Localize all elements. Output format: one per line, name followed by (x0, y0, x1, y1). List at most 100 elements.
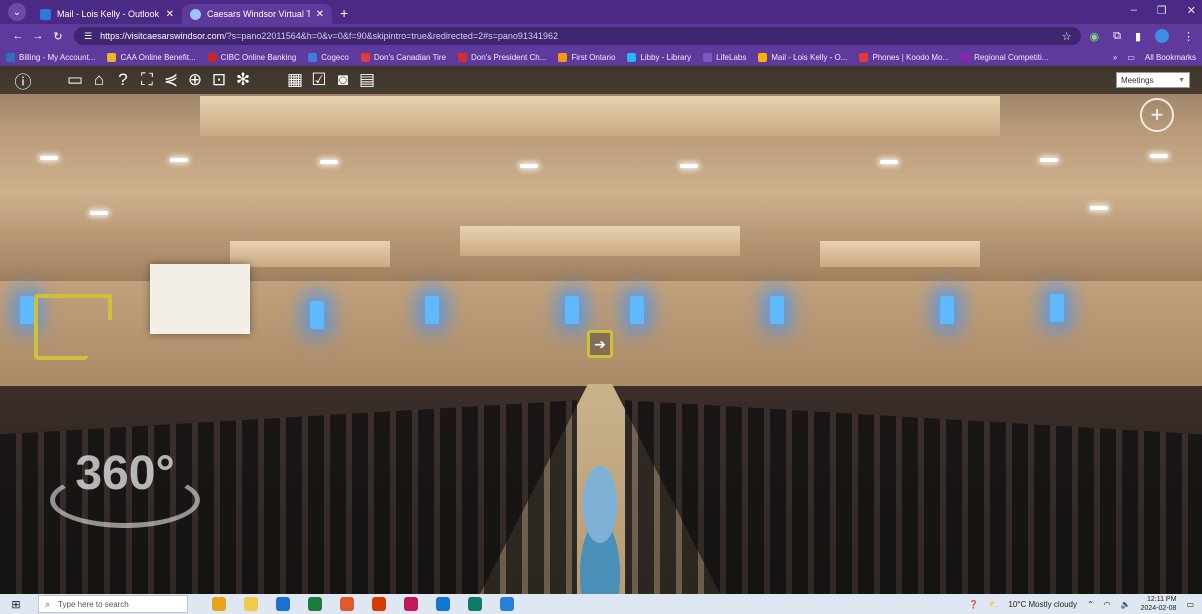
minimize-button[interactable]: – (1131, 4, 1137, 17)
close-icon[interactable]: ✕ (316, 9, 324, 20)
taskbar-app-icon[interactable] (372, 597, 386, 611)
clock[interactable]: 12:11 PM 2024-02-08 (1141, 595, 1177, 613)
site-info-icon[interactable]: ☰ (84, 31, 92, 42)
bookmark-item[interactable]: Libby - Library (627, 52, 692, 62)
bookmark-favicon-icon (703, 52, 713, 62)
home-icon[interactable]: ⌂ (88, 69, 110, 91)
panorama-viewer[interactable]: ⓘ ▭ ⌂ ? ⛶ ⋞ ⊕ ⊡ ✻ ▦ ☑ ◙ ▤ Meetings ▼ + ➔… (0, 66, 1202, 594)
share-icon[interactable]: ⋞ (160, 69, 182, 91)
hotspot-arrow-icon[interactable]: ➔ (587, 330, 613, 358)
notifications-icon[interactable]: ▭ (1186, 600, 1194, 609)
restore-button[interactable]: ❐ (1157, 4, 1167, 17)
bookmark-favicon-icon (458, 52, 468, 62)
venue-dropdown-value: Meetings (1121, 75, 1154, 85)
bookmark-item[interactable]: Don's President Ch... (458, 52, 546, 62)
wall-light (20, 296, 34, 324)
ceiling-light (170, 158, 188, 162)
add-hotspot-button[interactable]: + (1140, 98, 1174, 132)
tab-strip: ⌄ Mail - Lois Kelly - Outlook ✕ Caesars … (0, 0, 1202, 24)
wall-light (770, 296, 784, 324)
taskbar-app-icon[interactable] (308, 597, 322, 611)
bookmark-label: Mail - Lois Kelly - O... (771, 52, 848, 62)
bookmark-item[interactable]: Regional Competiti... (961, 52, 1048, 62)
bookmark-item[interactable]: Cogeco (308, 52, 349, 62)
wall-light (630, 296, 644, 324)
tab-search-icon[interactable]: ⌄ (8, 3, 26, 21)
all-bookmarks-button[interactable]: All Bookmarks (1145, 53, 1196, 62)
tab-title: Caesars Windsor Virtual Tour b (207, 9, 310, 19)
ceiling-light (1090, 206, 1108, 210)
taskbar-search[interactable]: ⌕ Type here to search (38, 595, 188, 613)
hotspot-frame-left[interactable] (34, 294, 112, 360)
ceiling-light (520, 164, 538, 168)
question-icon[interactable]: ? (112, 69, 134, 91)
venue-dropdown[interactable]: Meetings ▼ (1116, 72, 1190, 88)
help-icon[interactable]: ⓘ (12, 69, 34, 92)
bookmark-favicon-icon (627, 52, 637, 62)
snowflake-icon[interactable]: ✻ (232, 69, 254, 91)
wall-light (310, 301, 324, 329)
taskbar-app-icon[interactable] (404, 597, 418, 611)
taskbar-app-icon[interactable] (468, 597, 482, 611)
taskbar-app-icon[interactable] (500, 597, 514, 611)
extensions-puzzle-icon[interactable]: ⧉ (1113, 30, 1121, 43)
bookmark-item[interactable]: Don's Canadian Tire (360, 52, 446, 62)
bookmarks-bar: Billing - My Account... CAA Online Benef… (0, 48, 1202, 66)
chevron-up-icon[interactable]: ⌃ (1087, 600, 1094, 609)
taskbar-app-icon[interactable] (436, 597, 450, 611)
volume-icon[interactable]: 🔈 (1121, 600, 1131, 609)
wall-light (425, 296, 439, 324)
back-button[interactable]: ← (8, 30, 28, 42)
bookmark-label: CIBC Online Banking (220, 52, 297, 62)
globe-icon[interactable]: ⊕ (184, 69, 206, 91)
forward-button[interactable]: → (28, 30, 48, 42)
window-close-button[interactable]: ✕ (1187, 4, 1196, 17)
ceiling-light (1150, 154, 1168, 158)
bookmark-favicon-icon (360, 52, 370, 62)
bookmark-item[interactable]: LifeLabs (703, 52, 747, 62)
bookmark-label: CAA Online Benefit... (120, 52, 196, 62)
bookmark-label: LifeLabs (716, 52, 747, 62)
profile-avatar[interactable] (1155, 29, 1169, 43)
fullscreen-icon[interactable]: ⛶ (136, 69, 158, 91)
bookmark-item[interactable]: Billing - My Account... (6, 52, 95, 62)
taskbar-app-icon[interactable] (340, 597, 354, 611)
extension-icon[interactable]: ◉ (1089, 30, 1099, 43)
taskbar-apps (212, 597, 514, 611)
weather-text[interactable]: 10°C Mostly cloudy (1008, 600, 1077, 609)
taskbar-app-icon[interactable] (276, 597, 290, 611)
help-tray-icon[interactable]: ❓ (968, 600, 978, 609)
checkbox-icon[interactable]: ☑ (308, 69, 330, 91)
address-bar[interactable]: ☰ https://visitcaesarswindsor.com/?s=pan… (74, 27, 1082, 45)
grid-icon[interactable]: ▦ (284, 69, 306, 91)
menu-kebab-icon[interactable]: ⋮ (1183, 30, 1194, 43)
wall-light (565, 296, 579, 324)
bookmarks-overflow-button[interactable]: » (1113, 53, 1117, 62)
new-tab-button[interactable]: + (340, 5, 348, 21)
bookmark-label: Libby - Library (640, 52, 692, 62)
bookmark-favicon-icon (558, 52, 568, 62)
bookmark-item[interactable]: CIBC Online Banking (207, 52, 297, 62)
bookmark-favicon-icon (859, 52, 869, 62)
bookmark-star-icon[interactable]: ☆ (1062, 30, 1072, 43)
taskbar-app-icon[interactable] (244, 597, 258, 611)
side-panel-icon[interactable]: ▮ (1135, 30, 1141, 43)
windows-start-icon[interactable]: ⊞ (4, 598, 28, 611)
tab-caesars[interactable]: Caesars Windsor Virtual Tour b ✕ (182, 4, 332, 24)
bookmark-item[interactable]: First Ontario (558, 52, 615, 62)
bookmark-item[interactable]: Mail - Lois Kelly - O... (758, 52, 848, 62)
minimize-view-icon[interactable]: ▭ (64, 69, 86, 91)
folder-icon: ▭ (1127, 52, 1135, 62)
bookmark-item[interactable]: CAA Online Benefit... (107, 52, 196, 62)
camera-icon[interactable]: ◙ (332, 69, 354, 91)
clock-time: 12:11 PM (1146, 596, 1177, 603)
close-icon[interactable]: ✕ (166, 9, 174, 20)
bookmark-favicon-icon (961, 52, 971, 62)
tab-outlook[interactable]: Mail - Lois Kelly - Outlook ✕ (32, 4, 182, 24)
taskbar-app-icon[interactable] (212, 597, 226, 611)
clipboard-icon[interactable]: ▤ (356, 69, 378, 91)
network-icon[interactable]: ◠ (1104, 600, 1111, 609)
bookmark-item[interactable]: Phones | Koodo Mo... (859, 52, 949, 62)
floorplan-icon[interactable]: ⊡ (208, 69, 230, 91)
reload-button[interactable]: ↻ (48, 30, 68, 43)
